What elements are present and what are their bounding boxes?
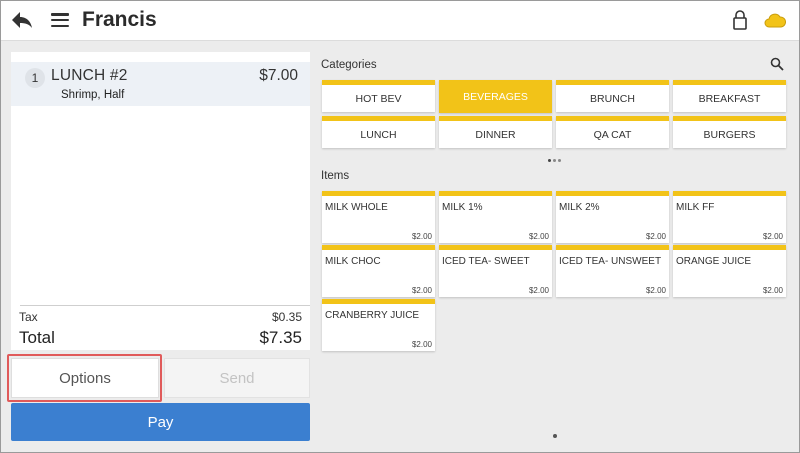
item-tile-name: MILK WHOLE xyxy=(325,202,388,213)
category-tile-beverages[interactable]: BEVERAGES xyxy=(439,80,552,113)
item-tile-name: ICED TEA- SWEET xyxy=(442,256,530,267)
category-tile-lunch[interactable]: LUNCH xyxy=(322,116,435,148)
item-tile[interactable]: CRANBERRY JUICE $2.00 xyxy=(322,299,435,351)
item-tile[interactable]: MILK 2% $2.00 xyxy=(556,191,669,243)
cloud-icon[interactable] xyxy=(764,11,787,29)
order-item-modifier: Shrimp, Half xyxy=(61,89,125,101)
order-item-price: $7.00 xyxy=(259,67,298,84)
back-arrow-icon[interactable] xyxy=(10,9,34,31)
category-tile-hot-bev[interactable]: HOT BEV xyxy=(322,80,435,112)
category-tile-dinner[interactable]: DINNER xyxy=(439,116,552,148)
item-tile-price: $2.00 xyxy=(762,232,783,241)
total-label: Total xyxy=(19,328,55,347)
order-item-name: LUNCH #2 xyxy=(51,67,128,84)
item-tile[interactable]: ICED TEA- SWEET $2.00 xyxy=(439,245,552,297)
item-tile-name: MILK CHOC xyxy=(325,256,381,267)
item-tile-price: $2.00 xyxy=(645,286,666,295)
category-tile-burgers[interactable]: BURGERS xyxy=(673,116,786,148)
lock-icon[interactable] xyxy=(733,10,747,30)
items-heading: Items xyxy=(321,170,350,182)
item-tile-price: $2.00 xyxy=(411,232,432,241)
item-tile-name: MILK FF xyxy=(676,202,715,213)
top-bar: Francis xyxy=(0,0,800,41)
search-icon[interactable] xyxy=(770,57,784,71)
quantity-badge: 1 xyxy=(25,68,45,88)
item-tile[interactable]: MILK CHOC $2.00 xyxy=(322,245,435,297)
hamburger-menu-icon[interactable] xyxy=(51,11,69,29)
item-tile-price: $2.00 xyxy=(645,232,666,241)
item-tile[interactable]: MILK FF $2.00 xyxy=(673,191,786,243)
item-tile[interactable]: MILK WHOLE $2.00 xyxy=(322,191,435,243)
order-panel: 1 LUNCH #2 $7.00 Shrimp, Half Tax $0.35 … xyxy=(11,52,310,350)
options-highlight-box xyxy=(7,354,162,402)
total-value: $7.35 xyxy=(259,328,302,347)
item-tile-price: $2.00 xyxy=(528,232,549,241)
pay-button[interactable]: Pay xyxy=(11,403,310,441)
item-tile-price: $2.00 xyxy=(762,286,783,295)
item-tile-price: $2.00 xyxy=(411,340,432,349)
item-tile[interactable]: ORANGE JUICE $2.00 xyxy=(673,245,786,297)
tax-value: $0.35 xyxy=(271,310,302,324)
send-button[interactable]: Send xyxy=(164,358,310,398)
item-tile[interactable]: MILK 1% $2.00 xyxy=(439,191,552,243)
page-title: Francis xyxy=(82,8,157,31)
item-tile-name: MILK 2% xyxy=(559,202,600,213)
category-tile-brunch[interactable]: BRUNCH xyxy=(556,80,669,112)
tax-label: Tax xyxy=(19,310,38,324)
category-tile-qa-cat[interactable]: QA CAT xyxy=(556,116,669,148)
category-page-indicator[interactable] xyxy=(548,159,561,162)
item-tile-name: ICED TEA- UNSWEET xyxy=(559,256,662,267)
item-tile-name: ORANGE JUICE xyxy=(676,256,752,267)
order-line-item[interactable]: 1 LUNCH #2 $7.00 Shrimp, Half xyxy=(11,62,310,106)
items-page-indicator[interactable] xyxy=(553,434,557,438)
item-tile-price: $2.00 xyxy=(411,286,432,295)
categories-heading: Categories xyxy=(321,59,377,71)
totals-divider xyxy=(20,305,310,306)
category-tile-breakfast[interactable]: BREAKFAST xyxy=(673,80,786,112)
item-tile-name: CRANBERRY JUICE xyxy=(325,310,420,321)
item-tile-name: MILK 1% xyxy=(442,202,483,213)
item-tile-price: $2.00 xyxy=(528,286,549,295)
item-tile[interactable]: ICED TEA- UNSWEET $2.00 xyxy=(556,245,669,297)
